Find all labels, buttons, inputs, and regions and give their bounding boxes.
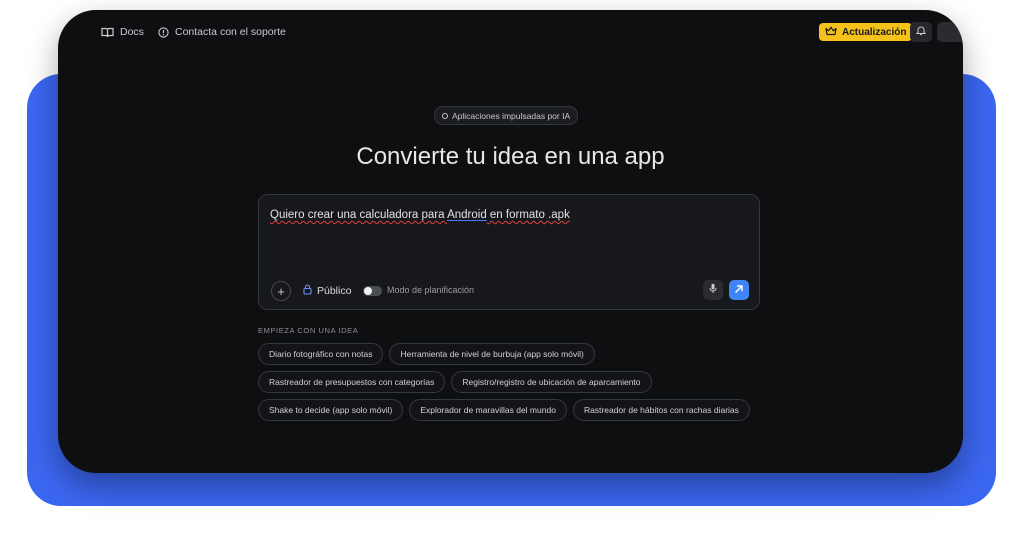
support-label: Contacta con el soporte [175, 26, 286, 38]
crown-icon [825, 26, 837, 39]
help-circle-icon [158, 26, 169, 38]
docs-label: Docs [120, 26, 144, 38]
idea-chip[interactable]: Diario fotográfico con notas [258, 343, 384, 365]
prompt-text-part: Android [447, 209, 487, 221]
ideas-heading: EMPIEZA CON UNA IDEA [258, 326, 359, 335]
idea-chip[interactable]: Herramienta de nivel de burbuja (app sol… [389, 343, 595, 365]
prompt-text-part: en formato .apk [486, 209, 570, 221]
idea-chip[interactable]: Rastreador de presupuestos con categoría… [258, 371, 446, 393]
prompt-text-part: Quiero crear una calculadora para [270, 209, 448, 221]
voice-input-button[interactable] [703, 280, 723, 300]
upgrade-button[interactable]: Actualización [819, 23, 913, 41]
lock-icon [303, 284, 312, 298]
prompt-box: Quiero crear una calculadora para Androi… [258, 194, 760, 310]
idea-row: Rastreador de presupuestos con categoría… [258, 371, 652, 393]
send-button[interactable] [729, 280, 749, 300]
planning-mode-toggle[interactable] [363, 286, 382, 296]
sparkle-icon [442, 112, 448, 119]
page-title: Convierte tu idea en una app [356, 143, 665, 170]
ai-badge-label: Aplicaciones impulsadas por IA [452, 110, 571, 121]
visibility-label: Público [317, 285, 352, 297]
top-bar: Docs Contacta con el soporte Actualizaci… [58, 10, 963, 52]
idea-chip[interactable]: Explorador de maravillas del mundo [409, 399, 567, 421]
support-link[interactable]: Contacta con el soporte [158, 26, 286, 38]
planning-mode-label: Modo de planificación [387, 285, 475, 295]
idea-chip[interactable]: Shake to decide (app solo móvil) [258, 399, 404, 421]
prompt-input[interactable]: Quiero crear una calculadora para Androi… [270, 209, 570, 221]
plus-icon: + [277, 283, 285, 299]
avatar[interactable] [937, 22, 963, 42]
visibility-selector[interactable]: Público [303, 284, 351, 298]
bell-icon [915, 23, 927, 41]
app-window: Docs Contacta con el soporte Actualizaci… [58, 10, 963, 473]
add-attachment-button[interactable]: + [271, 281, 291, 301]
microphone-icon [709, 281, 717, 299]
idea-chip[interactable]: Registro/registro de ubicación de aparca… [451, 371, 652, 393]
idea-row: Diario fotográfico con notas Herramienta… [258, 343, 595, 365]
upgrade-label: Actualización [842, 26, 907, 38]
idea-row: Shake to decide (app solo móvil) Explora… [258, 399, 750, 421]
book-icon [101, 27, 114, 38]
toggle-knob [364, 287, 372, 295]
notifications-button[interactable] [910, 22, 932, 42]
ai-badge: Aplicaciones impulsadas por IA [434, 106, 579, 125]
idea-chip[interactable]: Rastreador de hábitos con rachas diarias [572, 399, 750, 421]
docs-link[interactable]: Docs [101, 26, 144, 38]
arrow-up-right-icon [734, 281, 744, 299]
